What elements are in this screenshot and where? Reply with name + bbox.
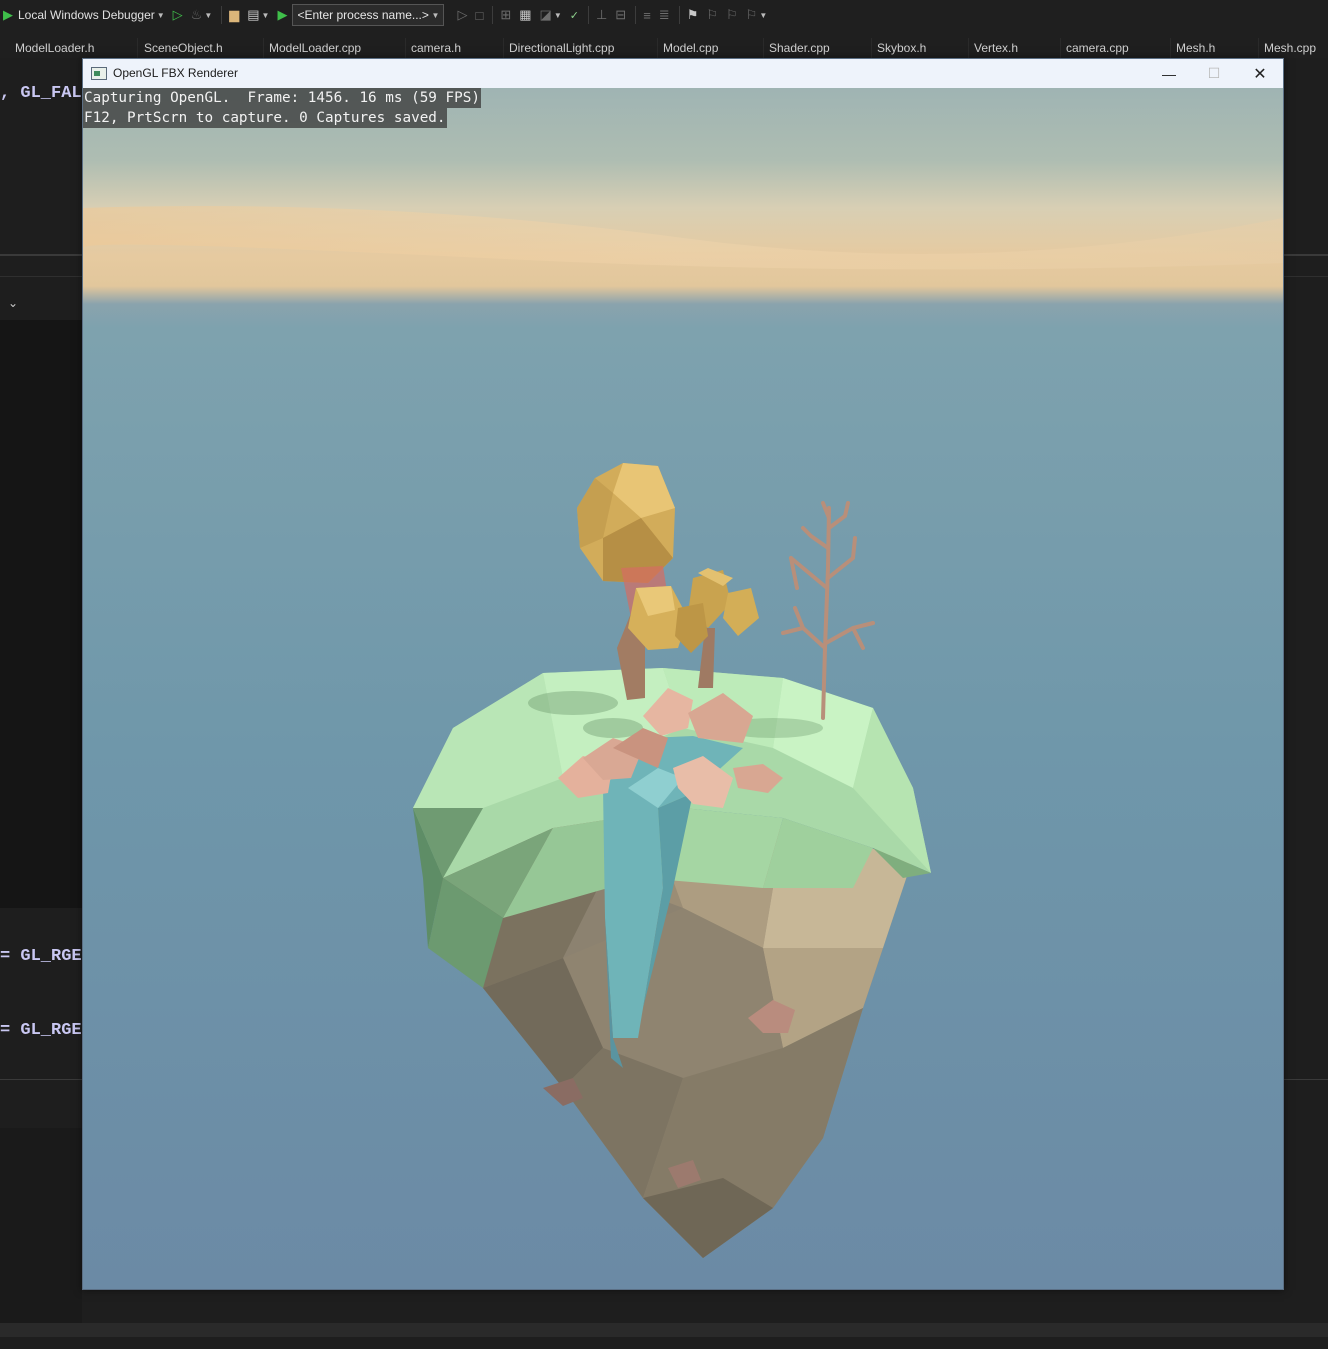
- layout-button[interactable]: ▤ ▼: [244, 3, 272, 27]
- process-name-placeholder: <Enter process name...>: [297, 8, 429, 22]
- graphics-button[interactable]: ⊞: [497, 3, 514, 27]
- toolbar-separator: [678, 6, 680, 24]
- code-fragment: , GL_FAL: [0, 84, 82, 103]
- maximize-icon: ☐: [1207, 65, 1221, 81]
- bookmark-next-icon: ⚐: [726, 7, 738, 22]
- chevron-down-icon[interactable]: ▼: [157, 11, 165, 20]
- bookmark-clear-icon: ⚐: [745, 7, 758, 22]
- window-title: OpenGL FBX Renderer: [113, 66, 238, 80]
- profile-icon: ◪: [539, 7, 552, 22]
- prev-bookmark-button[interactable]: ⚐: [703, 3, 721, 27]
- tab-camera-h[interactable]: camera.h: [406, 38, 504, 58]
- play-icon: ▶: [3, 7, 13, 22]
- uncomment-icon: ≣: [658, 7, 670, 22]
- close-button[interactable]: ✕: [1237, 59, 1283, 88]
- window-titlebar[interactable]: OpenGL FBX Renderer — ☐ ✕: [83, 59, 1283, 88]
- chevron-down-icon[interactable]: ⌄: [8, 296, 18, 310]
- hot-reload-button[interactable]: ♨ ▼: [188, 3, 216, 27]
- folder-icon: ▆: [229, 7, 240, 22]
- toolbar-separator: [587, 6, 589, 24]
- panel-divider: [0, 276, 82, 277]
- chevron-down-icon: ▼: [261, 10, 270, 20]
- status-strip: [0, 1323, 1328, 1337]
- toolbar-separator: [635, 6, 637, 24]
- capture-overlay-line2: F12, PrtScrn to capture. 0 Captures save…: [83, 108, 447, 128]
- tab-sceneobject-h[interactable]: SceneObject.h: [138, 38, 264, 58]
- clear-bookmarks-button[interactable]: ⚐ ▼: [743, 3, 771, 27]
- align-button[interactable]: ⊥: [593, 3, 610, 27]
- close-icon: ✕: [1253, 65, 1267, 83]
- maximize-button[interactable]: ☐: [1191, 59, 1237, 88]
- minimize-icon: —: [1162, 65, 1176, 82]
- panel-divider: [0, 1079, 82, 1080]
- app-icon: [91, 67, 107, 80]
- opengl-window[interactable]: OpenGL FBX Renderer — ☐ ✕ Capturing Open…: [82, 58, 1284, 1290]
- tab-camera-cpp[interactable]: camera.cpp: [1061, 38, 1171, 58]
- document-button[interactable]: ▦: [516, 3, 534, 27]
- bookmark-button[interactable]: ⚑: [684, 3, 702, 27]
- indent-icon: ⊟: [615, 7, 627, 22]
- vs-toolbar: ▶ Local Windows Debugger ▼ ▷ ♨ ▼ ▆ ▤ ▼ ▶ <…: [0, 0, 1328, 30]
- open-folder-button[interactable]: ▆: [226, 3, 242, 27]
- minimize-button[interactable]: —: [1146, 59, 1192, 88]
- next-bookmark-button[interactable]: ⚐: [723, 3, 741, 27]
- render-viewport[interactable]: Capturing OpenGL. Frame: 1456. 16 ms (59…: [83, 88, 1283, 1289]
- run-button[interactable]: ▶: [274, 3, 290, 27]
- indent-button[interactable]: ⊟: [612, 3, 629, 27]
- tab-modelloader-h[interactable]: ModelLoader.h: [0, 38, 138, 58]
- tab-shader-cpp[interactable]: Shader.cpp: [764, 38, 872, 58]
- graph-icon: ⊞: [500, 7, 512, 22]
- start-debugger-button[interactable]: ▶ Local Windows Debugger ▼: [0, 3, 168, 27]
- chevron-down-icon[interactable]: ▼: [432, 11, 440, 20]
- comment-icon: ≡: [643, 7, 651, 23]
- scene-render: [83, 88, 1283, 1289]
- panel-divider: [1282, 254, 1328, 256]
- profile-button[interactable]: ◪ ▼: [537, 3, 565, 27]
- capture-overlay-line1: Capturing OpenGL. Frame: 1456. 16 ms (59…: [83, 88, 481, 108]
- tab-vertex-h[interactable]: Vertex.h: [969, 38, 1061, 58]
- spellcheck-icon: ✓: [569, 9, 579, 22]
- tab-model-cpp[interactable]: Model.cpp: [658, 38, 764, 58]
- bookmark-icon: ⚑: [686, 7, 699, 22]
- process-name-input[interactable]: <Enter process name...> ▼: [292, 4, 445, 26]
- tab-modelloader-cpp[interactable]: ModelLoader.cpp: [264, 38, 406, 58]
- comment-button[interactable]: ≡: [640, 3, 654, 27]
- toolbar-separator: [492, 6, 494, 24]
- debugger-label: Local Windows Debugger: [18, 8, 155, 22]
- panel-divider: [1282, 1079, 1328, 1080]
- panel-divider: [1282, 276, 1328, 277]
- window-layout-icon: ▤: [247, 7, 260, 22]
- play-outline-icon: ▷: [172, 7, 183, 22]
- stop-button[interactable]: □: [472, 3, 486, 27]
- chevron-down-icon: ▼: [204, 10, 213, 20]
- code-fragment: = GL_RGE: [0, 1021, 82, 1040]
- panel-divider: [0, 254, 82, 256]
- play-icon: ▶: [277, 7, 288, 22]
- play-outline-icon: ▷: [457, 7, 468, 22]
- tab-mesh-cpp[interactable]: Mesh.cpp: [1259, 38, 1328, 58]
- stop-icon: □: [475, 7, 484, 23]
- start-without-debugging-button[interactable]: ▷: [170, 3, 186, 27]
- code-fragment: = GL_RGE: [0, 947, 82, 966]
- editor-dark-panel: [0, 320, 82, 908]
- continue-button[interactable]: ▷: [454, 3, 470, 27]
- chevron-down-icon: ▼: [759, 10, 768, 20]
- flame-icon: ♨: [190, 7, 203, 22]
- uncomment-button[interactable]: ≣: [656, 3, 673, 27]
- tab-mesh-h[interactable]: Mesh.h: [1171, 38, 1259, 58]
- tab-skybox-h[interactable]: Skybox.h: [872, 38, 969, 58]
- toolbar-separator: [221, 6, 223, 24]
- spellcheck-button[interactable]: ✓: [567, 3, 582, 27]
- tab-directionallight-cpp[interactable]: DirectionalLight.cpp: [504, 38, 658, 58]
- editor-tab-strip: ModelLoader.h SceneObject.h ModelLoader.…: [0, 38, 1328, 58]
- align-icon: ⊥: [595, 7, 608, 22]
- chevron-down-icon: ▼: [553, 10, 562, 20]
- document-icon: ▦: [519, 7, 532, 22]
- bottom-panel: [0, 1128, 82, 1323]
- bookmark-prev-icon: ⚐: [706, 7, 719, 22]
